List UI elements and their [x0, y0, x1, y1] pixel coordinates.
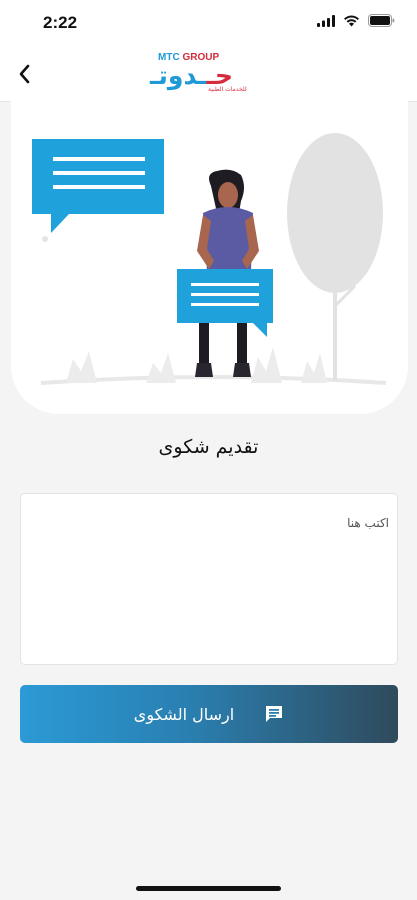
tree-icon [287, 133, 383, 381]
grass-icon [251, 347, 282, 383]
wifi-icon [344, 15, 359, 26]
page-title: تقديم شكوى [158, 436, 259, 458]
logo-tagline: للخدمات الطبية [208, 86, 247, 93]
grass-icon [301, 353, 327, 383]
home-indicator [136, 886, 281, 891]
grass-icon [146, 353, 176, 383]
chevron-left-icon [19, 64, 30, 84]
navigation-bar: MTC GROUP حــدوتـ للخدمات الطبية [0, 48, 417, 102]
signal-icon [317, 14, 335, 27]
battery-icon [368, 14, 395, 27]
submit-complaint-button[interactable]: ارسال الشكوى [20, 685, 398, 743]
speech-bubble-icon [177, 269, 273, 337]
status-time: 2:22 [43, 13, 78, 32]
complaint-textarea[interactable] [20, 493, 398, 665]
message-icon [266, 706, 283, 722]
illustration-art [32, 133, 387, 385]
app-logo: MTC GROUP حــدوتـ للخدمات الطبية [150, 48, 270, 100]
status-bar: 2:22 [0, 0, 417, 48]
complaint-illustration [11, 101, 408, 414]
status-icons [317, 14, 395, 27]
back-button[interactable] [10, 59, 38, 89]
submit-complaint-label: ارسال الشكوى [133, 704, 235, 724]
speech-bubble-icon [32, 139, 164, 242]
grass-icon [66, 351, 97, 383]
